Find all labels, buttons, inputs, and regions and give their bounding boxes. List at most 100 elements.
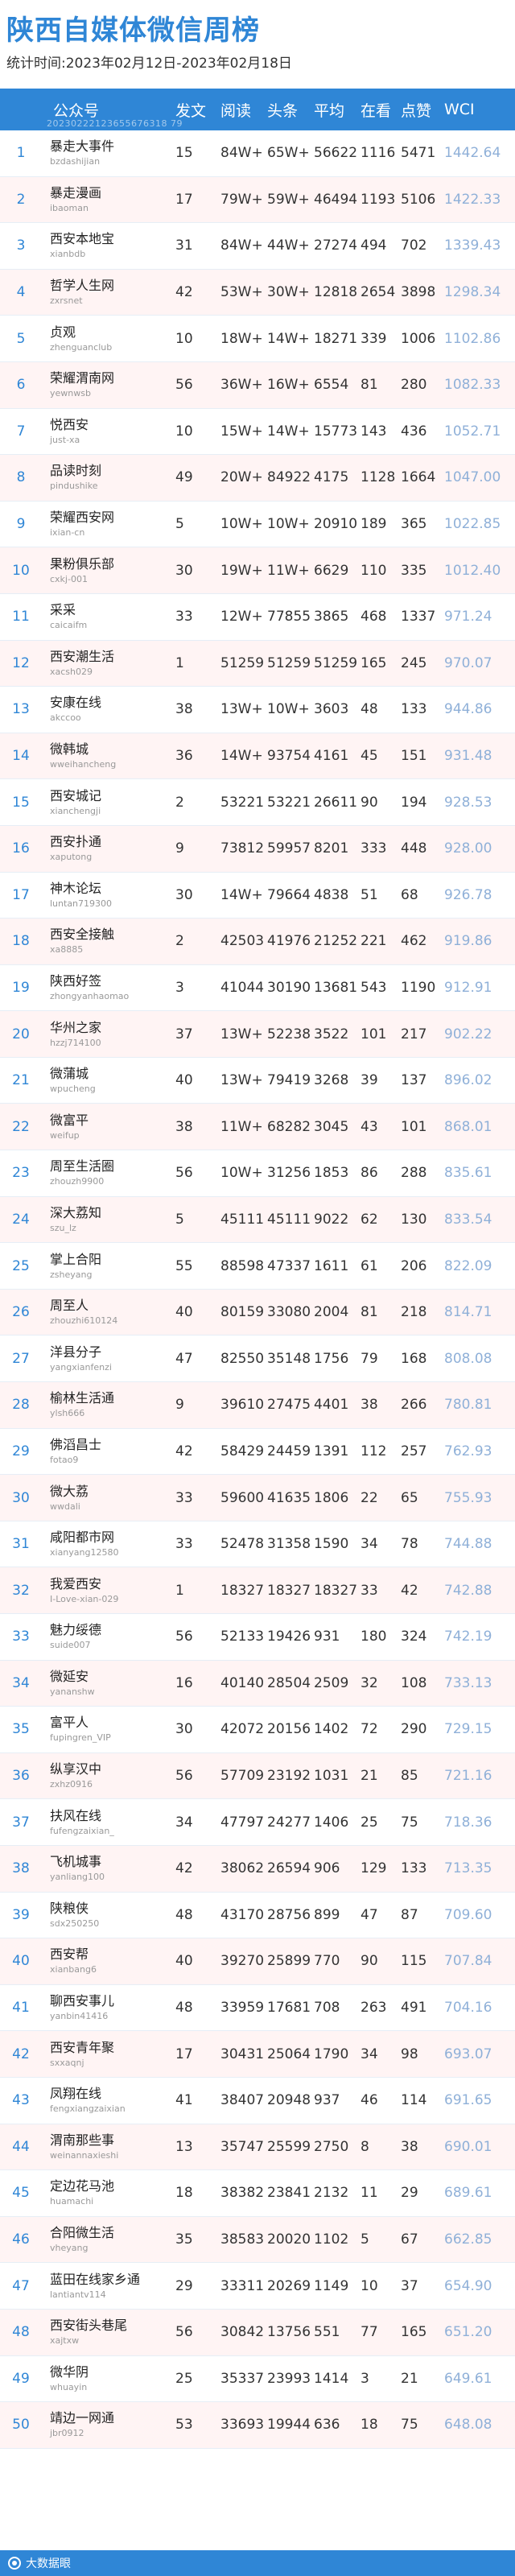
row-headline: 53221 bbox=[267, 794, 311, 811]
row-avg: 4838 bbox=[314, 886, 349, 903]
row-posts: 33 bbox=[175, 609, 193, 625]
row-account: 深大荔知 szu_lz bbox=[42, 1205, 175, 1234]
row-likes: 108 bbox=[401, 1674, 427, 1691]
table-row: 33 魅力绥德 suide007 56 52133 19426 931 180 324 742.1… bbox=[0, 1614, 515, 1661]
account-name: 渭南那些事 bbox=[50, 2132, 115, 2148]
row-watching: 3 bbox=[360, 2370, 369, 2387]
row-posts: 17 bbox=[175, 2046, 193, 2062]
row-avg: 8201 bbox=[314, 840, 349, 857]
row-wci: 733.13 bbox=[444, 1674, 492, 1691]
row-headline: 25599 bbox=[267, 2138, 311, 2155]
row-account: 荣耀渭南网 yewnwsb bbox=[42, 370, 175, 399]
row-headline: 19944 bbox=[267, 2417, 311, 2434]
row-likes: 5471 bbox=[401, 145, 436, 162]
account-name: 掌上合阳 bbox=[50, 1251, 102, 1267]
table-row: 48 西安街头巷尾 xajtxw 56 30842 13756 551 77 165 651.20 bbox=[0, 2309, 515, 2356]
table-row: 1 暴走大事件 bzdashijian 15 84W+ 65W+ 56622 1116 5471… bbox=[0, 130, 515, 177]
row-headline: 79664 bbox=[267, 886, 311, 903]
row-rank: 8 bbox=[16, 469, 26, 486]
row-likes: 206 bbox=[401, 1257, 427, 1274]
row-headline: 10W+ bbox=[267, 516, 310, 533]
row-posts: 56 bbox=[175, 1629, 193, 1645]
row-headline: 18327 bbox=[267, 1582, 311, 1599]
account-id: vheyang bbox=[50, 2243, 89, 2254]
row-watching: 86 bbox=[360, 1165, 378, 1182]
row-avg: 937 bbox=[314, 2092, 340, 2109]
row-reads: 47797 bbox=[220, 1814, 265, 1831]
row-headline: 35148 bbox=[267, 1350, 311, 1367]
row-account: 西安青年聚 sxxaqnj bbox=[42, 2040, 175, 2069]
account-id: pindushike bbox=[50, 481, 98, 492]
row-account: 安康在线 akccoo bbox=[42, 695, 175, 724]
account-name: 暴走大事件 bbox=[50, 138, 115, 155]
row-likes: 21 bbox=[401, 2370, 418, 2387]
row-rank: 27 bbox=[12, 1350, 30, 1367]
account-id: bzdashijian bbox=[50, 156, 101, 167]
row-avg: 46494 bbox=[314, 191, 358, 208]
row-reads: 52133 bbox=[220, 1629, 265, 1645]
account-id: xianbang6 bbox=[50, 1964, 97, 1975]
row-wci: 729.15 bbox=[444, 1721, 492, 1738]
account-id: xianbdb bbox=[50, 249, 86, 260]
row-posts: 42 bbox=[175, 1860, 193, 1877]
account-name: 合阳微生活 bbox=[50, 2225, 115, 2241]
row-watching: 32 bbox=[360, 1674, 378, 1691]
row-account: 采采 caicaifm bbox=[42, 602, 175, 631]
row-reads: 38062 bbox=[220, 1860, 265, 1877]
row-avg: 20910 bbox=[314, 516, 358, 533]
row-headline: 13756 bbox=[267, 2324, 311, 2341]
row-account: 周至生活圈 zhouzh9900 bbox=[42, 1158, 175, 1187]
account-id: jbr0912 bbox=[50, 2428, 84, 2439]
account-name: 悦西安 bbox=[50, 416, 89, 432]
row-wci: 707.84 bbox=[444, 1953, 492, 1970]
row-reads: 43170 bbox=[220, 1906, 265, 1923]
account-id: whuayin bbox=[50, 2381, 88, 2392]
row-headline: 23192 bbox=[267, 1768, 311, 1785]
row-wci: 1012.40 bbox=[444, 562, 501, 579]
row-wci: 1298.34 bbox=[444, 284, 501, 301]
row-avg: 3522 bbox=[314, 1026, 349, 1042]
account-name: 西安帮 bbox=[50, 1946, 89, 1963]
row-wci: 648.08 bbox=[444, 2417, 492, 2434]
account-name: 微大荔 bbox=[50, 1483, 89, 1499]
row-reads: 18327 bbox=[220, 1582, 265, 1599]
row-likes: 1664 bbox=[401, 469, 436, 486]
row-posts: 17 bbox=[175, 191, 193, 208]
row-reads: 15W+ bbox=[220, 423, 263, 440]
row-wci: 822.09 bbox=[444, 1257, 492, 1274]
row-avg: 2132 bbox=[314, 2185, 349, 2202]
row-watching: 1193 bbox=[360, 191, 396, 208]
row-headline: 20948 bbox=[267, 2092, 311, 2109]
row-avg: 1391 bbox=[314, 1443, 349, 1459]
account-name: 纵享汉中 bbox=[50, 1761, 102, 1777]
account-id: ibaoman bbox=[50, 202, 89, 213]
row-wci: 814.71 bbox=[444, 1304, 492, 1321]
row-rank: 13 bbox=[12, 701, 30, 718]
row-rank: 21 bbox=[12, 1072, 30, 1089]
account-name: 神木论坛 bbox=[50, 880, 102, 896]
row-account: 周至人 zhouzhi610124 bbox=[42, 1298, 175, 1327]
row-watching: 79 bbox=[360, 1350, 378, 1367]
row-avg: 1402 bbox=[314, 1721, 349, 1738]
row-avg: 1406 bbox=[314, 1814, 349, 1831]
row-watching: 101 bbox=[360, 1026, 387, 1042]
row-rank: 40 bbox=[12, 1953, 30, 1970]
row-headline: 51259 bbox=[267, 654, 311, 671]
account-id: xajtxw bbox=[50, 2335, 80, 2347]
row-account: 靖边一网通 jbr0912 bbox=[42, 2410, 175, 2439]
header-watermark: 20230222123655676318 79 bbox=[47, 118, 183, 129]
account-name: 华州之家 bbox=[50, 1019, 102, 1035]
row-headline: 11W+ bbox=[267, 562, 310, 579]
table-row: 32 我爱西安 I-Love-xian-029 1 18327 18327 18327 33 4… bbox=[0, 1567, 515, 1614]
row-likes: 133 bbox=[401, 701, 427, 718]
row-avg: 26611 bbox=[314, 794, 358, 811]
row-headline: 20020 bbox=[267, 2231, 311, 2248]
table-row: 34 微延安 yananshw 16 40140 28504 2509 32 108 733.13 bbox=[0, 1660, 515, 1707]
row-likes: 436 bbox=[401, 423, 427, 440]
row-headline: 47337 bbox=[267, 1257, 311, 1274]
row-watching: 5 bbox=[360, 2231, 369, 2248]
col-posts: 发文 bbox=[175, 101, 207, 120]
row-avg: 18271 bbox=[314, 330, 358, 347]
row-posts: 56 bbox=[175, 1768, 193, 1785]
account-id: hzzj714100 bbox=[50, 1037, 101, 1048]
